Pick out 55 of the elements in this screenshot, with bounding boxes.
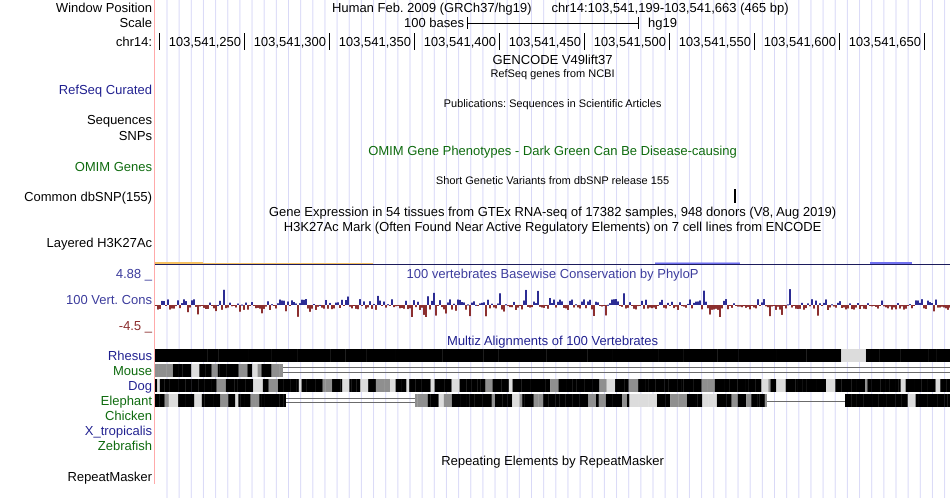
track-label: X_tropicalis <box>84 424 152 437</box>
track-label: Mouse <box>112 364 152 377</box>
track-label: chr14: <box>116 34 152 48</box>
track-label: Zebrafish <box>98 439 152 452</box>
track-title: Multiz Alignments of 100 Vertebrates <box>446 334 658 347</box>
ruler-tick <box>754 32 755 50</box>
track-label: OMIM Genes <box>74 160 152 172</box>
ruler-tick <box>924 32 925 50</box>
ruler-label: 103,541,600 <box>764 34 837 48</box>
track-label: RepeatMasker <box>67 470 152 482</box>
track-label: Chicken <box>105 409 152 422</box>
ruler-tick <box>329 32 330 50</box>
track-label: Layered H3K27Ac <box>46 236 152 248</box>
ruler-tick <box>584 32 585 50</box>
ruler-label: 103,541,350 <box>338 34 412 48</box>
position-text: chr14:103,541,199-103,541,663 (465 bp) <box>551 1 789 14</box>
track-title: Repeating Elements by RepeatMasker <box>441 454 664 467</box>
track-description: RefSeq genes from NCBI <box>490 68 615 80</box>
ruler-label: 103,541,450 <box>508 34 582 48</box>
assembly-name: hg19 <box>648 16 677 29</box>
ruler-tick <box>159 32 160 50</box>
track-label: -4.5 _ <box>118 318 152 332</box>
track-label: Scale <box>119 16 152 29</box>
assembly-title: Human Feb. 2009 (GRCh37/hg19) <box>332 1 532 14</box>
ruler-tick <box>839 32 840 50</box>
track-label: SNPs <box>118 128 152 142</box>
ruler-tick <box>499 32 500 50</box>
track-label: Sequences <box>86 112 152 126</box>
ruler-tick <box>244 32 245 50</box>
ruler-label: 103,541,400 <box>424 34 497 48</box>
ruler-label: 103,541,300 <box>254 34 327 48</box>
ruler-tick <box>669 32 670 50</box>
track-description: Publications: Sequences in Scientific Articles <box>444 98 662 110</box>
track-title: Gene Expression in 54 tissues from GTEx RNA-seq of 17382 samples, 948 donors (V8, Aug 2019) <box>268 205 836 218</box>
track-label: 4.88 _ <box>116 267 152 280</box>
variant-mark <box>734 189 736 203</box>
ruler-label: 103,541,550 <box>678 34 752 48</box>
track-title: 100 vertebrates Basewise Conservation by PhyloP <box>406 267 698 280</box>
track-label: Common dbSNP(155) <box>24 190 152 202</box>
ruler-label: 103,541,250 <box>168 34 242 48</box>
track-description: Short Genetic Variants from dbSNP release 155 <box>436 176 670 186</box>
track-label: 100 Vert. Cons <box>66 292 152 306</box>
ruler-label: 103,541,500 <box>594 34 667 48</box>
track-title: H3K27Ac Mark (Often Found Near Active Regulatory Elements) on 7 cell lines from ENCODE <box>284 220 822 233</box>
scale-bar-icon <box>467 16 639 28</box>
track-label: Window Position <box>56 1 152 14</box>
scale-length: 100 bases <box>404 16 464 29</box>
track-label: RefSeq Curated <box>58 82 152 96</box>
ruler-label: 103,541,650 <box>848 34 922 48</box>
track-label: Elephant <box>100 394 152 407</box>
track-label: Dog <box>128 379 152 392</box>
track-title: OMIM Gene Phenotypes - Dark Green Can Be Disease-causing <box>368 144 737 157</box>
track-title: GENCODE V49lift37 <box>492 53 612 66</box>
track-label: Rhesus <box>108 349 152 362</box>
ruler-tick <box>414 32 415 50</box>
